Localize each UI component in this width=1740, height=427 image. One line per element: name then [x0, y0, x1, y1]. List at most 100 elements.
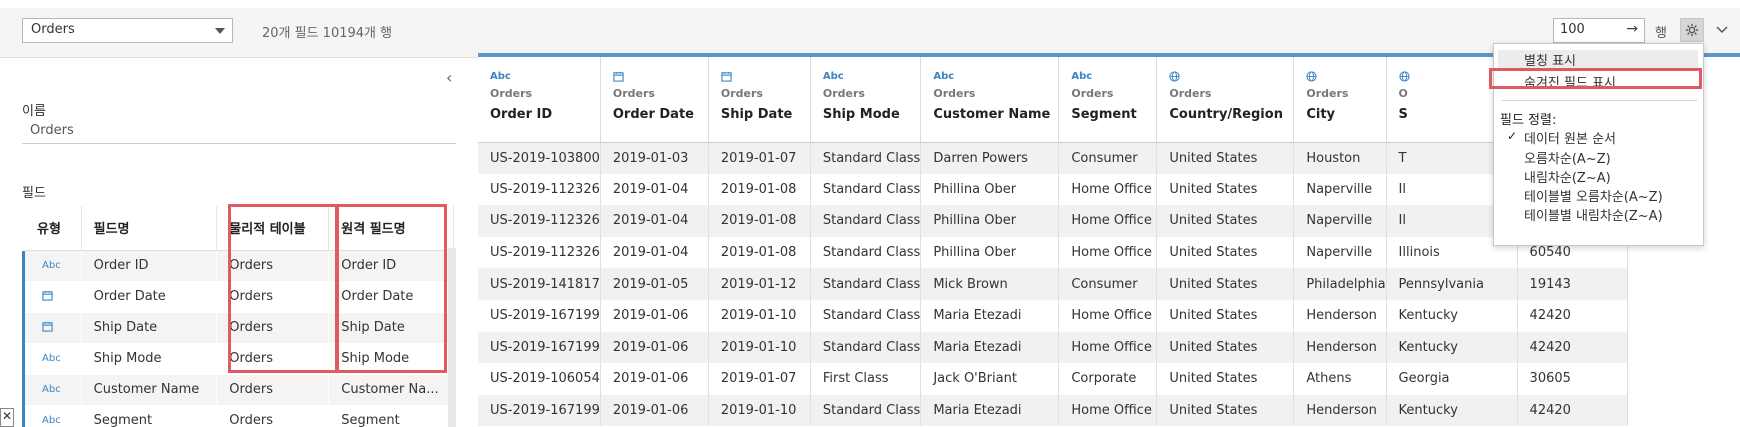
column-header[interactable]: Abc Orders Ship Mode [810, 57, 922, 143]
field-name-cell[interactable]: Segment [81, 405, 218, 427]
column-source: Orders [612, 87, 655, 100]
table-cell: Corporate [1058, 363, 1158, 395]
arrow-right-icon[interactable]: → [1626, 21, 1638, 37]
data-source-select[interactable]: Orders [22, 18, 233, 43]
field-name-cell[interactable]: Order Date [81, 281, 218, 313]
column-name[interactable]: Country/Region [1169, 107, 1293, 122]
table-cell: Athens [1293, 363, 1387, 395]
table-cell: Phillina Ober [920, 173, 1060, 206]
column-source: Orders [490, 87, 533, 100]
table-cell: 2019-01-04 [600, 205, 709, 237]
menu-sort-option[interactable]: 테이블별 내림차순(Z~A) [1524, 205, 1663, 224]
header-type[interactable]: 유형 [22, 206, 82, 251]
column-header[interactable]: Orders City [1293, 57, 1387, 143]
column-header[interactable]: Abc Orders Customer Name [920, 57, 1060, 143]
settings-button[interactable] [1680, 18, 1704, 42]
field-type-cell[interactable]: Abc [22, 374, 82, 406]
table-cell: Naperville [1293, 205, 1387, 237]
field-type-cell[interactable]: Abc [22, 343, 82, 375]
field-type-cell[interactable]: Abc [22, 250, 82, 282]
field-name-cell[interactable]: Ship Mode [81, 343, 218, 375]
physical-table-cell: Orders [216, 312, 330, 344]
field-row[interactable]: Abc Segment Orders Segment [22, 405, 454, 427]
menu-separator [1502, 100, 1697, 101]
table-cell: 2019-01-10 [708, 299, 811, 332]
header-field-name[interactable]: 필드명 [81, 206, 218, 251]
table-cell: Standard Class [810, 299, 922, 332]
header-remote-field[interactable]: 원격 필드명 [328, 206, 454, 251]
field-row-count: 20개 필드 10194개 행 [262, 26, 393, 41]
column-name[interactable]: Order ID [490, 107, 600, 122]
table-cell: United States [1156, 205, 1295, 237]
table-cell: US-2019-167199 [478, 299, 601, 332]
name-field[interactable]: Orders [30, 123, 74, 138]
column-header[interactable]: Abc Orders Segment [1058, 57, 1158, 143]
field-row[interactable]: Order Date Orders Order Date [22, 281, 454, 313]
globe-icon [1306, 71, 1385, 87]
metadata-panel: ‹ 이름 Orders 필드 유형 필드명 물리적 테이블 원격 필드명 Abc… [0, 58, 470, 427]
table-cell: US-2019-112326 [478, 173, 601, 206]
field-row[interactable]: Ship Date Orders Ship Date [22, 312, 454, 344]
rows-input-value: 100 [1560, 22, 1585, 37]
calendar-icon [42, 290, 53, 304]
menu-sort-option[interactable]: 내림차순(Z~A) [1524, 167, 1611, 186]
column-name[interactable]: Segment [1071, 107, 1156, 122]
field-type-cell[interactable] [22, 312, 82, 344]
collapse-panel-button[interactable]: ‹ [446, 68, 452, 87]
menu-sort-option[interactable]: 오름차순(A~Z) [1524, 148, 1611, 167]
table-cell: United States [1156, 331, 1295, 364]
column-name[interactable]: Order Date [613, 107, 708, 122]
table-cell: 2019-01-03 [600, 142, 709, 174]
table-cell: US-2019-106054 [478, 363, 601, 395]
table-cell: Houston [1293, 142, 1387, 174]
menu-sort-option[interactable]: 데이터 원본 순서 [1524, 128, 1616, 147]
menu-sort-option[interactable]: 테이블별 오름차순(A~Z) [1524, 186, 1663, 205]
field-row[interactable]: Abc Order ID Orders Order ID [22, 250, 454, 282]
expand-button[interactable] [1712, 20, 1732, 40]
data-grid-table: Abc Orders Order ID Orders Order Date Orders S… [478, 57, 1628, 427]
column-header[interactable]: Abc Orders Order ID [478, 57, 601, 143]
string-type-icon: Abc [490, 71, 511, 82]
table-cell: Consumer [1058, 142, 1158, 174]
column-header[interactable]: Orders Country/Region [1156, 57, 1295, 143]
column-source: Orders [720, 87, 763, 100]
rows-input[interactable]: 100 → [1553, 18, 1645, 43]
table-cell: 2019-01-10 [708, 331, 811, 364]
table-cell: Henderson [1293, 331, 1387, 364]
header-physical-table[interactable]: 물리적 테이블 [216, 206, 330, 251]
physical-table-cell: Orders [216, 374, 330, 406]
table-cell: United States [1156, 363, 1295, 395]
physical-table-cell: Orders [216, 343, 330, 375]
column-source: Orders [1071, 87, 1114, 100]
column-name[interactable]: Customer Name [933, 107, 1058, 122]
menu-item-show-alias[interactable]: 별칭 표시 [1524, 50, 1576, 69]
table-cell: Henderson [1293, 299, 1387, 332]
field-name-cell[interactable]: Order ID [81, 250, 218, 282]
close-icon[interactable]: ✕ [0, 408, 14, 427]
physical-table-cell: Orders [216, 281, 330, 313]
field-type-cell[interactable] [22, 281, 82, 313]
vertical-scrollbar[interactable] [448, 248, 456, 427]
table-cell: Standard Class [810, 394, 922, 427]
table-cell: Mick Brown [920, 268, 1060, 300]
table-cell: US-2019-112326 [478, 236, 601, 269]
string-type-icon: Abc [42, 384, 61, 395]
rows-label: 행 [1655, 26, 1667, 41]
field-type-cell[interactable]: Abc [22, 405, 82, 427]
column-header[interactable]: Orders Ship Date [708, 57, 811, 143]
table-cell: Kentucky [1386, 299, 1518, 332]
column-name[interactable]: Ship Mode [823, 107, 920, 122]
column-name[interactable]: City [1306, 107, 1385, 122]
field-name-cell[interactable]: Ship Date [81, 312, 218, 344]
field-row[interactable]: Abc Customer Name Orders Customer Na... [22, 374, 454, 406]
table-cell: 2019-01-04 [600, 173, 709, 206]
table-cell: Consumer [1058, 268, 1158, 300]
column-name[interactable]: Ship Date [721, 107, 810, 122]
field-name-cell[interactable]: Customer Name [81, 374, 218, 406]
table-cell: US-2019-112326 [478, 205, 601, 237]
column-header[interactable]: Orders Order Date [600, 57, 709, 143]
table-cell: 2019-01-05 [600, 268, 709, 300]
field-row[interactable]: Abc Ship Mode Orders Ship Mode [22, 343, 454, 375]
data-source-select-value: Orders [31, 22, 75, 37]
table-cell: Naperville [1293, 236, 1387, 269]
